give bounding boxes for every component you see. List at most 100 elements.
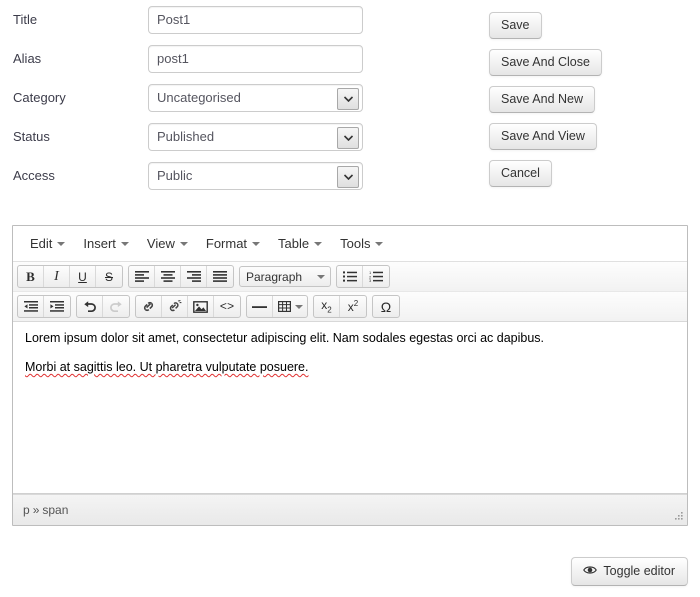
align-center-icon[interactable] <box>155 266 181 287</box>
action-buttons-column: Save Save And Close Save And New Save An… <box>489 12 689 197</box>
chevron-down-icon[interactable] <box>337 165 359 188</box>
editor-toolbar-row-2: <> x2 x2 Ω <box>13 292 687 322</box>
toolbar-group-indent <box>17 295 71 318</box>
status-select[interactable]: Published <box>148 122 363 151</box>
horizontal-rule-icon[interactable] <box>247 296 273 317</box>
field-wrap-alias <box>148 44 363 73</box>
toolbar-group-formatting: B I U S <box>17 265 123 288</box>
menu-edit[interactable]: Edit <box>21 232 74 255</box>
editor-statusbar: p » span <box>13 494 687 525</box>
menu-table-label: Table <box>278 236 310 251</box>
italic-icon[interactable]: I <box>44 266 70 287</box>
menu-insert[interactable]: Insert <box>74 232 138 255</box>
toolbar-group-history <box>76 295 130 318</box>
menu-tools-label: Tools <box>340 236 371 251</box>
underline-icon[interactable]: U <box>70 266 96 287</box>
toolbar-group-alignment <box>128 265 234 288</box>
element-path-item-span[interactable]: span <box>42 503 68 517</box>
editor-menubar: Edit Insert View Format Table Tools <box>13 226 687 262</box>
toolbar-group-objects <box>246 295 308 318</box>
menu-view-label: View <box>146 236 175 251</box>
special-character-icon[interactable]: Ω <box>373 296 399 317</box>
strikethrough-icon[interactable]: S <box>96 266 122 287</box>
toggle-editor-button[interactable]: Toggle editor <box>571 557 688 586</box>
caret-down-icon <box>57 241 66 246</box>
content-paragraph-2: Morbi at sagittis leo. Ut pharetra vulpu… <box>25 360 309 374</box>
form-row-status: Status Published <box>0 117 400 156</box>
paragraph-style-value: Paragraph <box>246 269 303 284</box>
save-and-view-button[interactable]: Save And View <box>489 123 597 150</box>
bullet-list-icon[interactable] <box>337 266 363 287</box>
redo-icon <box>103 296 129 317</box>
form-row-alias: Alias <box>0 39 400 78</box>
label-status: Status <box>13 128 50 144</box>
menu-tools[interactable]: Tools <box>331 232 392 255</box>
chevron-down-icon[interactable] <box>337 87 359 110</box>
unlink-icon[interactable] <box>162 296 188 317</box>
menu-view[interactable]: View <box>138 232 197 255</box>
menu-format[interactable]: Format <box>197 232 269 255</box>
element-path-item-p[interactable]: p <box>23 503 30 517</box>
svg-text:3: 3 <box>369 278 372 282</box>
toggle-editor-row: Toggle editor <box>0 557 688 586</box>
label-alias: Alias <box>13 50 42 66</box>
action-row-save-and-new: Save And New <box>489 86 689 113</box>
field-wrap-status: Published <box>148 122 363 151</box>
menu-format-label: Format <box>205 236 248 251</box>
tinymce-editor: Edit Insert View Format Table Tools B I … <box>12 225 688 526</box>
category-select-value: Uncategorised <box>157 89 241 105</box>
align-left-icon[interactable] <box>129 266 155 287</box>
form-row-title: Title <box>0 0 400 39</box>
post-edit-form-area: Title Alias Category Uncategorised <box>0 0 700 210</box>
resize-handle-icon[interactable] <box>672 510 684 522</box>
menu-table[interactable]: Table <box>269 232 331 255</box>
action-row-save-and-view: Save And View <box>489 123 689 150</box>
image-icon[interactable] <box>188 296 214 317</box>
save-and-new-button[interactable]: Save And New <box>489 86 595 113</box>
caret-down-icon <box>252 241 261 246</box>
toolbar-group-lists: 1 2 3 <box>336 265 390 288</box>
field-wrap-title <box>148 5 363 34</box>
chevron-down-icon[interactable] <box>337 126 359 149</box>
cancel-button[interactable]: Cancel <box>489 160 552 187</box>
eye-icon <box>583 563 598 579</box>
element-path-separator: » <box>32 503 40 517</box>
access-select[interactable]: Public <box>148 161 363 190</box>
paragraph-style-select[interactable]: Paragraph <box>239 266 331 287</box>
action-row-save: Save <box>489 12 689 39</box>
link-icon[interactable] <box>136 296 162 317</box>
sourcecode-icon[interactable]: <> <box>214 296 240 317</box>
alias-input[interactable] <box>148 44 363 73</box>
caret-down-icon <box>375 241 384 246</box>
caret-down-icon <box>120 241 129 246</box>
align-right-icon[interactable] <box>181 266 207 287</box>
form-row-access: Access Public <box>0 156 400 195</box>
indent-icon[interactable] <box>44 296 70 317</box>
toolbar-group-script: x2 x2 <box>313 295 367 318</box>
caret-down-icon <box>314 241 323 246</box>
menu-edit-label: Edit <box>30 236 53 251</box>
access-select-value: Public <box>157 167 193 183</box>
toggle-editor-label: Toggle editor <box>603 564 675 578</box>
label-access: Access <box>13 167 55 183</box>
menu-insert-label: Insert <box>83 236 116 251</box>
save-and-close-button[interactable]: Save And Close <box>489 49 602 76</box>
title-input[interactable] <box>148 5 363 34</box>
undo-icon[interactable] <box>77 296 103 317</box>
action-row-save-and-close: Save And Close <box>489 49 689 76</box>
post-fields-column: Title Alias Category Uncategorised <box>0 0 400 195</box>
align-justify-icon[interactable] <box>207 266 233 287</box>
outdent-icon[interactable] <box>18 296 44 317</box>
caret-down-icon <box>179 241 188 246</box>
content-paragraph-1: Lorem ipsum dolor sit amet, consectetur … <box>25 331 545 345</box>
bold-icon[interactable]: B <box>18 266 44 287</box>
superscript-icon[interactable]: x2 <box>340 296 366 317</box>
numbered-list-icon[interactable]: 1 2 3 <box>363 266 389 287</box>
editor-content-area[interactable]: Lorem ipsum dolor sit amet, consectetur … <box>13 322 687 494</box>
editor-toolbar-row-1: B I U S Paragraph 1 2 3 <box>13 262 687 292</box>
save-button[interactable]: Save <box>489 12 542 39</box>
table-icon[interactable] <box>273 296 307 317</box>
toolbar-group-special-character: Ω <box>372 295 400 318</box>
category-select[interactable]: Uncategorised <box>148 83 363 112</box>
subscript-icon[interactable]: x2 <box>314 296 340 317</box>
